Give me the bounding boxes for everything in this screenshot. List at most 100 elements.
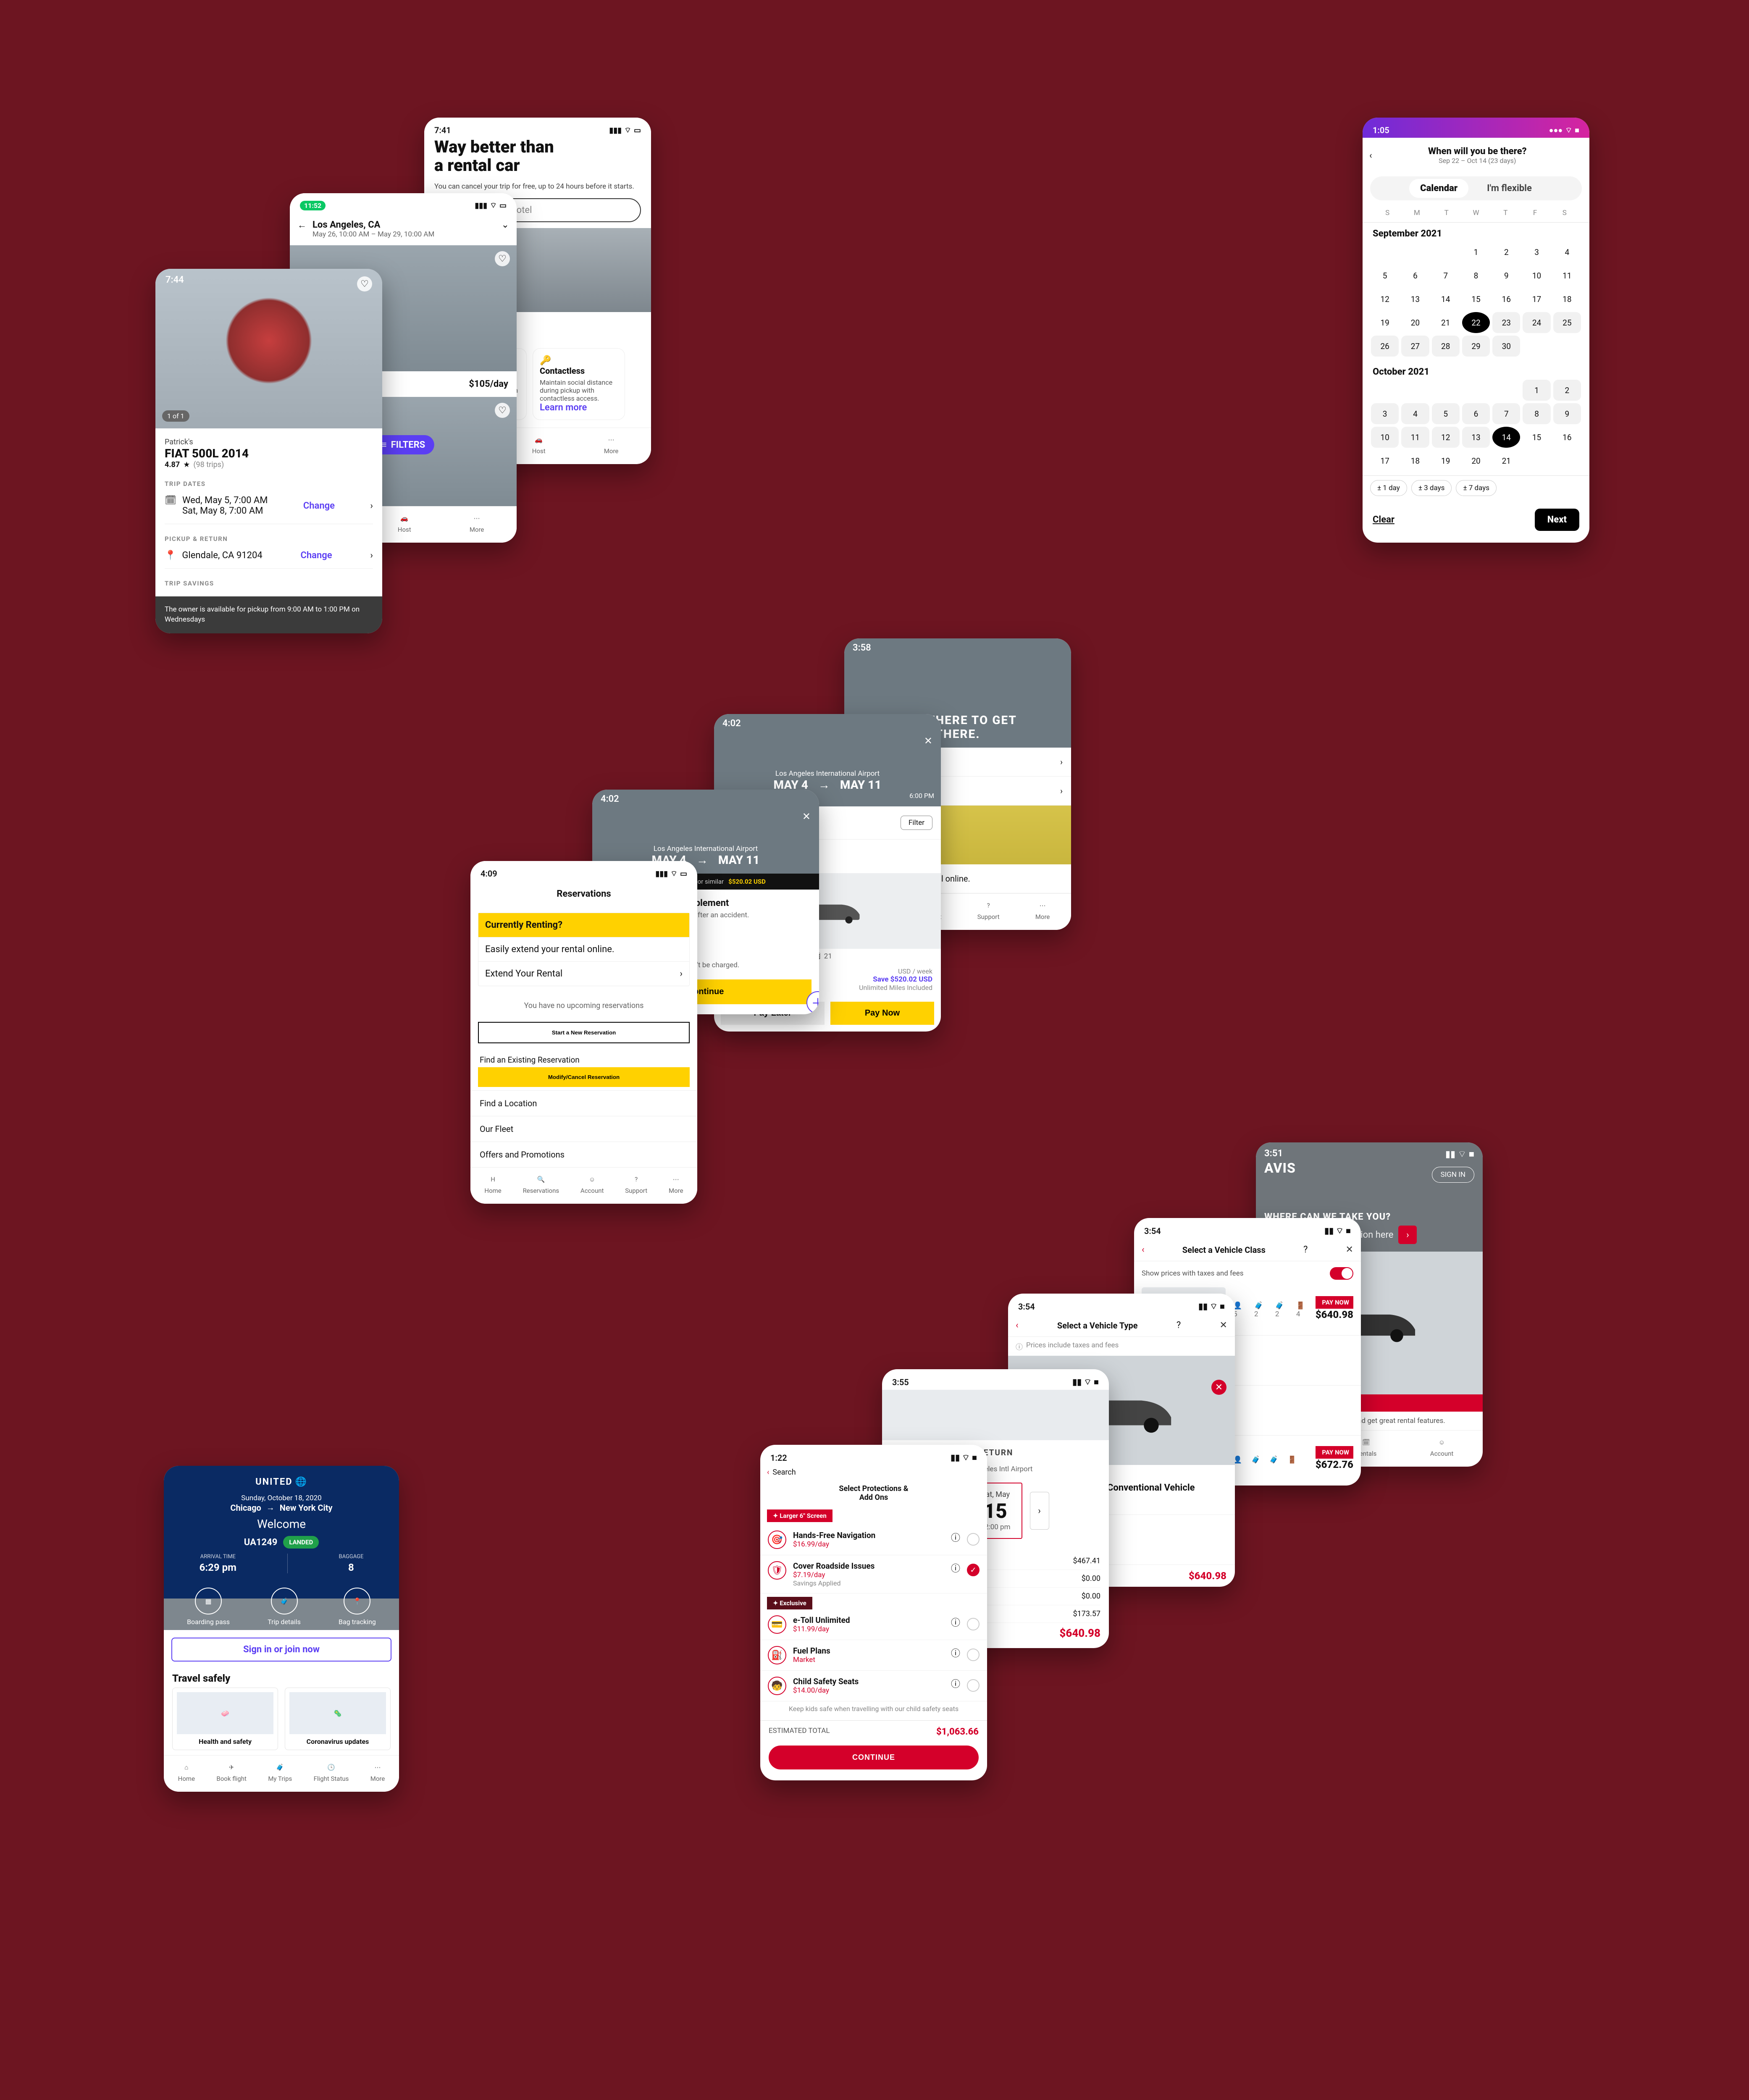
nav-trips[interactable]: 🧳My Trips <box>268 1761 292 1782</box>
boarding-pass-action[interactable]: ▦Boarding pass <box>187 1588 230 1626</box>
day-cell[interactable]: 7 <box>1432 265 1460 286</box>
info-icon[interactable]: ? <box>1177 1320 1181 1331</box>
day-cell[interactable]: 4 <box>1401 403 1429 424</box>
september-grid[interactable]: 1234567891011121314151617181920212223242… <box>1363 242 1589 361</box>
day-cell[interactable]: 10 <box>1523 265 1550 286</box>
day-cell[interactable]: 8 <box>1523 403 1550 424</box>
info-icon[interactable]: ⓘ <box>951 1677 960 1690</box>
close-icon[interactable]: ✕ <box>1220 1320 1227 1331</box>
day-cell[interactable]: 14 <box>1432 289 1460 310</box>
clear-button[interactable]: Clear <box>1373 514 1394 525</box>
day-cell[interactable]: 27 <box>1401 336 1429 357</box>
day-cell[interactable]: 28 <box>1432 336 1460 357</box>
day-cell[interactable]: 7 <box>1492 403 1520 424</box>
addon-roadside[interactable]: 🛡 Cover Roadside Issues$7.19/daySavings … <box>760 1555 987 1593</box>
nav-status[interactable]: 🕓Flight Status <box>314 1761 349 1782</box>
day-cell[interactable]: 15 <box>1523 427 1550 448</box>
modify-cancel-button[interactable]: Modify/Cancel Reservation <box>478 1067 690 1087</box>
info-icon[interactable]: ⓘ <box>951 1615 960 1629</box>
day-cell[interactable]: 15 <box>1462 289 1490 310</box>
tile-health-safety[interactable]: 🧼Health and safety <box>172 1688 278 1750</box>
day-cell[interactable]: 30 <box>1492 336 1520 357</box>
trip-details-action[interactable]: 🧳Trip details <box>268 1588 301 1626</box>
nav-account[interactable]: ☺Account <box>1430 1436 1454 1457</box>
next-button[interactable]: Next <box>1535 509 1579 531</box>
badge-close-icon[interactable]: ✕ <box>1211 1380 1226 1395</box>
day-cell[interactable]: 1 <box>1523 380 1550 401</box>
chip-7days[interactable]: ± 7 days <box>1456 480 1497 496</box>
info-icon[interactable]: ? <box>1303 1244 1308 1255</box>
pickup-row[interactable]: 📍 Glendale, CA 91204 Change › <box>165 543 373 569</box>
card-contactless[interactable]: 🔑ContactlessMaintain social distance dur… <box>533 348 625 420</box>
day-cell[interactable]: 12 <box>1371 289 1399 310</box>
favorite-button[interactable]: ♡ <box>357 276 372 291</box>
sign-in-button[interactable]: Sign in or join now <box>171 1638 391 1662</box>
day-cell[interactable]: 3 <box>1371 403 1399 424</box>
day-cell[interactable]: 3 <box>1523 242 1550 262</box>
radio-off[interactable] <box>967 1533 980 1546</box>
favorite-icon[interactable]: ♡ <box>495 403 510 418</box>
day-cell[interactable]: 11 <box>1401 427 1429 448</box>
day-cell[interactable]: 2 <box>1553 380 1581 401</box>
day-cell[interactable]: 5 <box>1371 265 1399 286</box>
october-grid[interactable]: 123456789101112131415161718192021 <box>1363 380 1589 475</box>
radio-on[interactable] <box>967 1564 980 1576</box>
extend-rental-row[interactable]: Extend Your Rental› <box>478 961 689 986</box>
nav-support[interactable]: ?Support <box>625 1173 647 1194</box>
bag-tracking-action[interactable]: 📍Bag tracking <box>339 1588 376 1626</box>
close-icon[interactable]: ✕ <box>1346 1244 1353 1255</box>
our-fleet-row[interactable]: Our Fleet <box>470 1116 697 1142</box>
info-icon[interactable]: ⓘ <box>951 1646 960 1659</box>
day-cell[interactable]: 18 <box>1553 289 1581 310</box>
close-icon[interactable]: ✕ <box>802 811 811 822</box>
tax-toggle[interactable] <box>1330 1267 1353 1280</box>
nav-more[interactable]: ⋯More <box>470 512 484 533</box>
back-icon[interactable]: ← <box>297 220 307 231</box>
day-cell[interactable]: 20 <box>1462 450 1490 471</box>
day-cell[interactable]: 10 <box>1371 427 1399 448</box>
day-cell[interactable]: 21 <box>1492 450 1520 471</box>
trip-dates-row[interactable]: 🗓 Wed, May 5, 7:00 AMSat, May 8, 7:00 AM… <box>165 488 373 524</box>
back-icon[interactable]: ‹ <box>1369 150 1372 161</box>
nav-book[interactable]: ✈Book flight <box>216 1761 247 1782</box>
pay-now-button[interactable]: Pay Now <box>830 1002 934 1025</box>
learn-more-link[interactable]: Learn more <box>540 402 587 413</box>
day-cell[interactable]: 8 <box>1462 265 1490 286</box>
chip-1day[interactable]: ± 1 day <box>1370 480 1407 496</box>
offers-row[interactable]: Offers and Promotions <box>470 1142 697 1167</box>
tab-flexible[interactable]: I'm flexible <box>1476 179 1543 198</box>
nav-home[interactable]: HHome <box>484 1173 501 1194</box>
day-cell[interactable]: 17 <box>1523 289 1550 310</box>
start-reservation-button[interactable]: Start a New Reservation <box>478 1022 690 1043</box>
day-cell[interactable]: 18 <box>1401 450 1429 471</box>
continue-button[interactable]: CONTINUE <box>769 1746 979 1769</box>
back-icon[interactable]: ‹ <box>1016 1320 1019 1331</box>
day-cell[interactable]: 6 <box>1462 403 1490 424</box>
back-row[interactable]: ‹Search <box>760 1465 987 1479</box>
day-cell[interactable]: 19 <box>1371 312 1399 333</box>
day-cell[interactable]: 23 <box>1492 312 1520 333</box>
back-icon[interactable]: ‹ <box>1142 1244 1145 1255</box>
day-cell[interactable]: 11 <box>1553 265 1581 286</box>
nav-more[interactable]: ⋯More <box>669 1173 683 1194</box>
day-cell[interactable]: 17 <box>1371 450 1399 471</box>
chevron-down-icon[interactable]: ⌄ <box>502 220 509 230</box>
change-pickup-link[interactable]: Change <box>300 550 332 561</box>
favorite-icon[interactable]: ♡ <box>495 251 510 266</box>
day-cell[interactable]: 29 <box>1462 336 1490 357</box>
nav-account[interactable]: ☺Account <box>580 1173 604 1194</box>
vehicle-photo[interactable]: 7:44 ♡ 1 of 1 <box>155 269 382 428</box>
day-cell[interactable]: 13 <box>1462 427 1490 448</box>
addon-fuel[interactable]: ⛽ Fuel PlansMarket ⓘ <box>760 1640 987 1671</box>
day-cell[interactable]: 14 <box>1492 427 1520 448</box>
info-icon[interactable]: ⓘ <box>951 1530 960 1544</box>
addon-navigation[interactable]: 🎯 Hands-Free Navigation$16.99/day ⓘ <box>760 1525 987 1555</box>
day-cell[interactable]: 25 <box>1553 312 1581 333</box>
nav-more[interactable]: ⋯More <box>370 1761 385 1782</box>
day-cell[interactable]: 9 <box>1492 265 1520 286</box>
day-cell[interactable]: 20 <box>1401 312 1429 333</box>
info-icon[interactable]: ⓘ <box>951 1561 960 1575</box>
addon-etoll[interactable]: 💳 e-Toll Unlimited$11.99/day ⓘ <box>760 1609 987 1640</box>
nav-home[interactable]: ⌂Home <box>178 1761 195 1782</box>
day-cell[interactable]: 21 <box>1432 312 1460 333</box>
